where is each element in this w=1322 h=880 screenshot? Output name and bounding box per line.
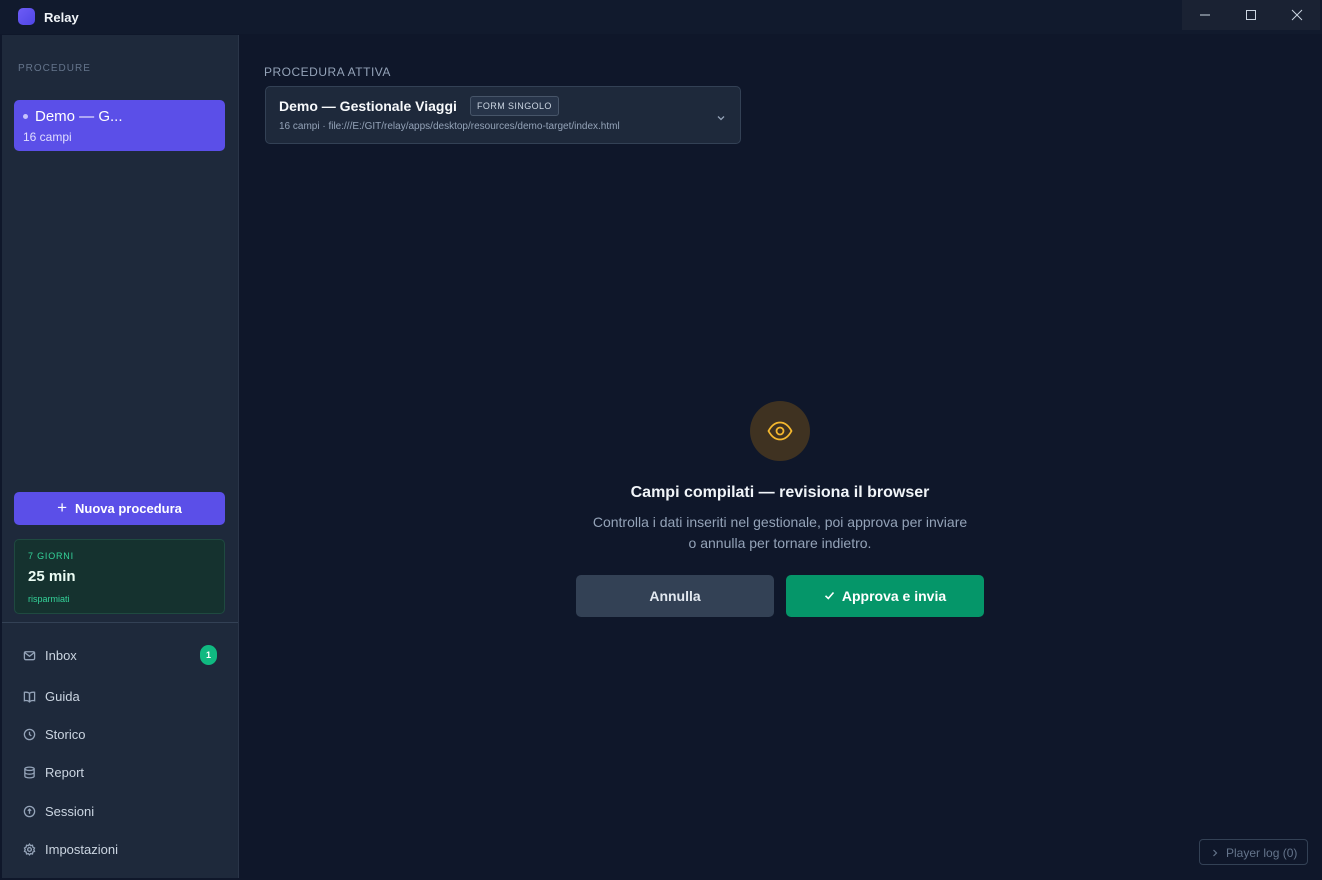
app-title: Relay: [44, 10, 79, 25]
stats-period: 7 GIORNI: [28, 551, 74, 561]
review-description-line: Controlla i dati inseriti nel gestionale…: [592, 514, 968, 530]
window-controls: [1182, 0, 1320, 30]
check-icon: [824, 588, 835, 604]
procedure-item-demo[interactable]: Demo — G... 16 campi: [14, 100, 225, 151]
minimize-button[interactable]: [1182, 0, 1228, 30]
new-procedure-button[interactable]: + Nuova procedura: [14, 492, 225, 525]
maximize-icon: [1246, 10, 1256, 20]
title-bar: Relay: [0, 0, 1322, 34]
stats-caption: risparmiati: [28, 594, 70, 604]
eye-icon: [750, 401, 810, 461]
session-icon: [22, 804, 36, 818]
close-button[interactable]: [1274, 0, 1320, 30]
sidebar-item-label: Sessioni: [45, 803, 95, 819]
review-title: Campi compilati — revisiona il browser: [630, 484, 930, 501]
sidebar-item-report[interactable]: Report: [2, 757, 238, 787]
book-icon: [22, 689, 36, 703]
chevron-down-icon: [716, 110, 726, 128]
maximize-button[interactable]: [1228, 0, 1274, 30]
chevron-right-icon: [1210, 846, 1220, 864]
review-description-line: o annulla per tornare indietro.: [688, 535, 872, 551]
sidebar: PROCEDURE Demo — G... 16 campi + Nuova p…: [2, 35, 239, 878]
sidebar-item-impostazioni[interactable]: Impostazioni: [2, 834, 238, 864]
approve-and-send-button[interactable]: Approva e invia: [786, 575, 984, 617]
cancel-button[interactable]: Annulla: [576, 575, 774, 617]
minimize-icon: [1200, 14, 1210, 16]
procedure-title: Demo — G...: [35, 108, 123, 125]
mail-icon: [22, 648, 36, 662]
database-icon: [22, 765, 36, 779]
sidebar-item-storico[interactable]: Storico: [2, 719, 238, 749]
sidebar-item-label: Guida: [45, 688, 80, 704]
sidebar-item-label: Inbox: [45, 647, 77, 663]
player-log-button[interactable]: Player log (0): [1199, 839, 1308, 865]
procedure-selector[interactable]: Demo — Gestionale Viaggi FORM SINGOLO 16…: [265, 86, 741, 144]
sidebar-item-label: Impostazioni: [45, 841, 118, 857]
sidebar-item-sessioni[interactable]: Sessioni: [2, 796, 238, 826]
sidebar-item-guida[interactable]: Guida: [2, 681, 238, 711]
procedure-type-badge: FORM SINGOLO: [470, 96, 559, 116]
sidebar-divider: [2, 622, 238, 623]
selector-subtitle: 16 campi · file:///E:/GIT/relay/apps/des…: [279, 121, 620, 132]
approve-label: Approva e invia: [841, 588, 947, 604]
sidebar-item-inbox[interactable]: Inbox 1: [2, 640, 238, 670]
close-icon: [1291, 9, 1303, 21]
procedures-section-label: PROCEDURE: [18, 63, 91, 74]
active-procedure-label: PROCEDURA ATTIVA: [264, 65, 391, 79]
app-window: Relay PROCEDURE Demo — G... 16 campi + N…: [0, 0, 1322, 880]
sidebar-item-label: Report: [45, 764, 85, 780]
selector-title: Demo — Gestionale Viaggi: [279, 98, 457, 114]
new-procedure-label: Nuova procedura: [75, 501, 182, 516]
app-logo-icon: [18, 8, 35, 25]
player-log-label: Player log (0): [1226, 846, 1298, 860]
gear-icon: [22, 842, 36, 856]
stats-value: 25 min: [28, 568, 76, 585]
review-description: Controlla i dati inseriti nel gestionale…: [560, 512, 1000, 554]
status-dot-icon: [23, 114, 28, 119]
sidebar-item-label: Storico: [45, 726, 86, 742]
clock-icon: [22, 727, 36, 741]
savings-stats-card: 7 GIORNI 25 min risparmiati: [14, 539, 225, 614]
inbox-count-badge: 1: [200, 645, 217, 665]
procedure-subtitle: 16 campi: [23, 130, 72, 144]
plus-icon: +: [57, 497, 67, 517]
